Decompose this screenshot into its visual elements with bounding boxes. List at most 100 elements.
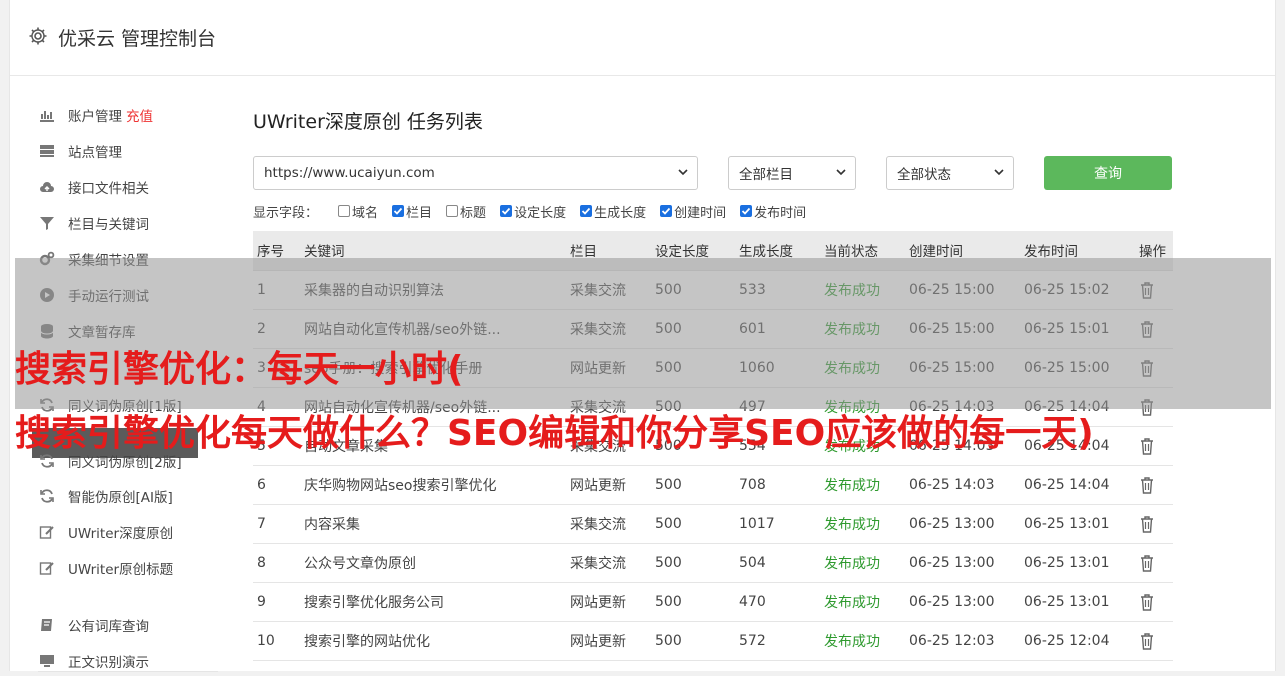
sidebar-item-label: 公有词库查询 bbox=[68, 619, 149, 635]
table-cell: 06-25 12:04 bbox=[1020, 621, 1135, 661]
field-checkbox-label: 标题 bbox=[460, 205, 487, 221]
sidebar-item-label: 栏目与关键词 bbox=[68, 217, 149, 233]
delete-action[interactable] bbox=[1135, 465, 1173, 505]
trash-icon[interactable] bbox=[1139, 632, 1155, 650]
sidebar-item-label: UWriter深度原创 bbox=[68, 526, 174, 542]
table-cell[interactable]: 搜索引擎优化服务公司 bbox=[300, 582, 566, 622]
status-select-value: 全部状态 bbox=[897, 167, 951, 183]
table-cell: 06-25 13:01 bbox=[1020, 582, 1135, 622]
table-cell: 708 bbox=[735, 465, 820, 505]
sidebar-item-label: 智能伪原创[AI版] bbox=[68, 490, 173, 506]
sidebar-item-12[interactable]: UWriter深度原创 bbox=[38, 517, 173, 547]
table-cell: 500 bbox=[651, 465, 735, 505]
delete-action[interactable] bbox=[1135, 426, 1173, 466]
recharge-link[interactable]: 充值 bbox=[126, 105, 153, 125]
chevron-down-icon bbox=[994, 169, 1004, 176]
table-cell: 06-25 13:00 bbox=[905, 504, 1020, 544]
field-checkbox-5[interactable]: 生成长度 bbox=[580, 202, 646, 221]
table-cell: 发布成功 bbox=[820, 621, 905, 661]
refresh-icon bbox=[38, 487, 56, 505]
table-cell: 500 bbox=[651, 582, 735, 622]
table-cell: 网站更新 bbox=[566, 582, 651, 622]
delete-action[interactable] bbox=[1135, 621, 1173, 661]
table-cell: 发布成功 bbox=[820, 465, 905, 505]
app-title: 优采云 管理控制台 bbox=[58, 28, 217, 50]
table-cell: 采集交流 bbox=[566, 543, 651, 583]
page-title: UWriter深度原创 任务列表 bbox=[253, 111, 483, 133]
site-select-value: https://www.ucaiyun.com bbox=[264, 165, 435, 181]
table-cell: 10 bbox=[253, 621, 300, 661]
sidebar-item-label: UWriter原创标题 bbox=[68, 562, 174, 578]
trash-icon[interactable] bbox=[1139, 437, 1155, 455]
field-checkbox-label: 域名 bbox=[352, 205, 379, 221]
book-icon bbox=[38, 616, 56, 634]
field-checkbox-4[interactable]: 设定长度 bbox=[500, 202, 566, 221]
table-cell: 06-25 13:01 bbox=[1020, 543, 1135, 583]
table-cell: 06-25 13:01 bbox=[1020, 504, 1135, 544]
delete-action[interactable] bbox=[1135, 582, 1173, 622]
cloud-upload-icon bbox=[38, 178, 56, 196]
display-fields: 显示字段： 域名 栏目 标题 设定长度 生成长度 创建时间 发布时间 bbox=[253, 200, 820, 222]
table-cell: 采集交流 bbox=[566, 504, 651, 544]
checkbox-checked-icon bbox=[392, 205, 405, 217]
chevron-down-icon bbox=[678, 169, 688, 176]
table-cell: 8 bbox=[253, 543, 300, 583]
top-bar: 优采云 管理控制台 bbox=[10, 0, 1275, 76]
table-cell: 500 bbox=[651, 543, 735, 583]
field-checkbox-label: 发布时间 bbox=[754, 205, 807, 221]
table-cell: 500 bbox=[651, 504, 735, 544]
table-cell: 6 bbox=[253, 465, 300, 505]
sidebar-item-14[interactable]: 公有词库查询 bbox=[38, 610, 149, 640]
table-row: 7 内容采集 采集交流 500 1017 发布成功 06-25 13:00 06-25 13:… bbox=[253, 504, 1173, 544]
field-checkbox-7[interactable]: 发布时间 bbox=[740, 202, 806, 221]
table-cell: 504 bbox=[735, 543, 820, 583]
table-cell[interactable]: 搜索引擎的网站优化 bbox=[300, 621, 566, 661]
table-cell: 470 bbox=[735, 582, 820, 622]
trash-icon[interactable] bbox=[1139, 515, 1155, 533]
sidebar-item-11[interactable]: 智能伪原创[AI版] bbox=[38, 481, 173, 511]
sidebar-item-15[interactable]: 正文识别演示 bbox=[38, 646, 149, 676]
field-checkbox-label: 创建时间 bbox=[674, 205, 727, 221]
table-cell: 06-25 13:00 bbox=[905, 582, 1020, 622]
sidebar-item-1[interactable]: 账户管理 充值 bbox=[38, 100, 153, 130]
delete-action[interactable] bbox=[1135, 504, 1173, 544]
table-cell: 06-25 14:03 bbox=[905, 465, 1020, 505]
field-checkbox-3[interactable]: 标题 bbox=[446, 202, 486, 221]
field-checkbox-2[interactable]: 栏目 bbox=[392, 202, 432, 221]
chevron-down-icon bbox=[836, 169, 846, 176]
table-cell[interactable]: 庆华购物网站seo搜索引擎优化 bbox=[300, 465, 566, 505]
table-cell: 发布成功 bbox=[820, 504, 905, 544]
edit-icon bbox=[38, 523, 56, 541]
table-row: 9 搜索引擎优化服务公司 网站更新 500 470 发布成功 06-25 13:00 06-2… bbox=[253, 582, 1173, 622]
sidebar-item-2[interactable]: 站点管理 bbox=[38, 136, 122, 166]
site-select[interactable]: https://www.ucaiyun.com bbox=[253, 156, 698, 190]
field-checkbox-1[interactable]: 域名 bbox=[338, 202, 378, 221]
sidebar-item-4[interactable]: 栏目与关键词 bbox=[38, 208, 149, 238]
field-checkbox-label: 栏目 bbox=[406, 205, 433, 221]
checkbox-unchecked-icon bbox=[446, 205, 459, 217]
sidebar-item-label: 站点管理 bbox=[68, 145, 122, 161]
gear-icon bbox=[29, 27, 47, 45]
table-cell[interactable]: 公众号文章伪原创 bbox=[300, 543, 566, 583]
trash-icon[interactable] bbox=[1139, 593, 1155, 611]
column-select[interactable]: 全部栏目 bbox=[728, 156, 856, 190]
query-button[interactable]: 查询 bbox=[1044, 156, 1172, 190]
field-checkbox-6[interactable]: 创建时间 bbox=[660, 202, 726, 221]
trash-icon[interactable] bbox=[1139, 476, 1155, 494]
display-fields-label: 显示字段： bbox=[253, 205, 319, 221]
delete-action[interactable] bbox=[1135, 543, 1173, 583]
table-cell: 网站更新 bbox=[566, 465, 651, 505]
trash-icon[interactable] bbox=[1139, 554, 1155, 572]
table-row: 10 搜索引擎的网站优化 网站更新 500 572 发布成功 06-25 12:03 06-2… bbox=[253, 621, 1173, 661]
sidebar-item-3[interactable]: 接口文件相关 bbox=[38, 172, 149, 202]
table-cell: 发布成功 bbox=[820, 543, 905, 583]
status-select[interactable]: 全部状态 bbox=[886, 156, 1014, 190]
table-row: 6 庆华购物网站seo搜索引擎优化 网站更新 500 708 发布成功 06-25 14:0… bbox=[253, 465, 1173, 505]
sidebar-item-13[interactable]: UWriter原创标题 bbox=[38, 553, 173, 583]
checkbox-checked-icon bbox=[740, 205, 753, 217]
checkbox-checked-icon bbox=[660, 205, 673, 217]
table-cell[interactable]: 内容采集 bbox=[300, 504, 566, 544]
table-cell: 500 bbox=[651, 621, 735, 661]
field-checkbox-label: 设定长度 bbox=[514, 205, 567, 221]
checkbox-checked-icon bbox=[580, 205, 593, 217]
